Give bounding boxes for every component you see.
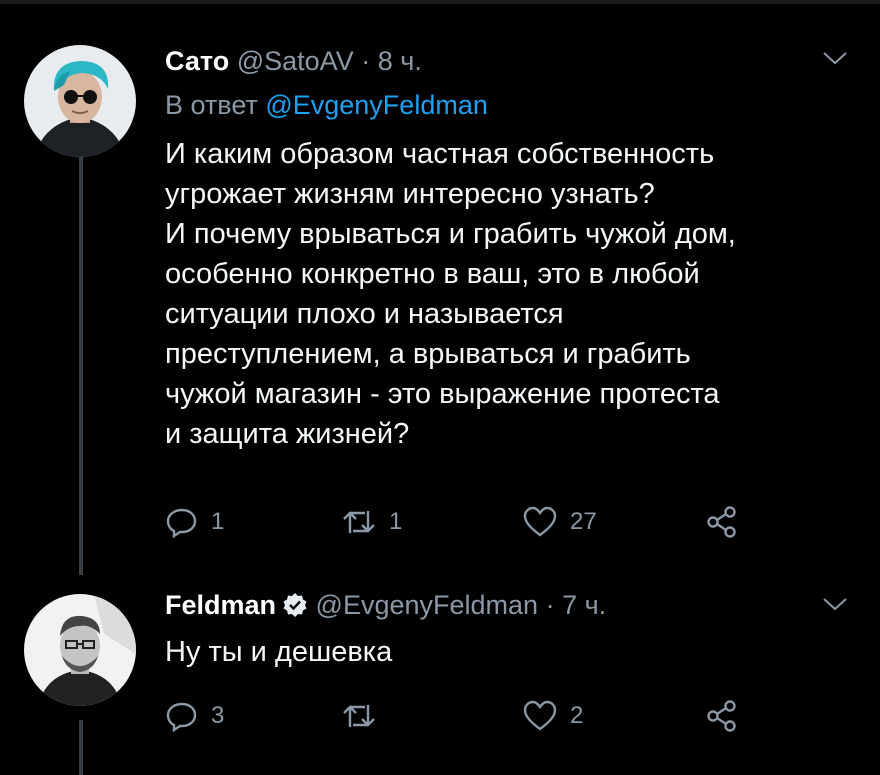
reply-to-line: В ответ @EvgenyFeldman	[165, 90, 488, 121]
tweet-header: Feldman @EvgenyFeldman · 7 ч.	[165, 590, 606, 621]
tweet-text: Ну ты и дешевка	[165, 632, 855, 672]
reply-button[interactable]: 3	[165, 696, 224, 736]
text-line: И почему врываться и грабить чужой дом,	[165, 218, 736, 250]
text-line: преступлением, а врываться и грабить	[165, 338, 691, 370]
retweet-button[interactable]	[341, 696, 389, 736]
author-handle[interactable]: @SatoAV	[237, 46, 354, 76]
separator-dot: ·	[361, 46, 371, 76]
share-icon	[707, 700, 736, 732]
chevron-down-icon[interactable]	[820, 48, 850, 68]
text-line: чужой магазин - это выражение протеста	[165, 378, 720, 410]
retweet-count: 1	[389, 508, 403, 535]
like-button[interactable]: 27	[522, 502, 597, 542]
chevron-down-icon[interactable]	[820, 594, 850, 614]
text-line: Ну ты и дешевка	[165, 636, 393, 668]
reply-count: 1	[211, 508, 225, 535]
action-bar: 3 2	[165, 696, 765, 736]
reply-mention-link[interactable]: @EvgenyFeldman	[265, 90, 488, 120]
share-button[interactable]	[705, 502, 739, 542]
reply-icon	[166, 508, 197, 539]
avatar[interactable]	[24, 594, 136, 706]
text-line: угрожает жизням интересно узнать?	[165, 178, 655, 210]
separator-dot: ·	[545, 590, 555, 620]
like-icon	[523, 700, 557, 731]
text-line: и защита жизней?	[165, 418, 410, 450]
thread-line	[79, 150, 83, 575]
author-name[interactable]: Feldman	[165, 590, 276, 620]
timestamp[interactable]: 8 ч.	[378, 46, 422, 76]
like-count: 27	[570, 508, 597, 535]
reply-prefix: В ответ	[165, 90, 258, 120]
tweet-sato[interactable]: Сато @SatoAV · 8 ч. В ответ @EvgenyFeldm…	[0, 0, 880, 575]
tweet-feldman[interactable]: Feldman @EvgenyFeldman · 7 ч. Ну ты и де…	[0, 570, 880, 775]
like-count: 2	[570, 702, 584, 729]
retweet-icon	[343, 511, 375, 533]
reply-count: 3	[211, 702, 225, 729]
author-name[interactable]: Сато	[165, 46, 229, 76]
reply-icon	[166, 702, 197, 733]
avatar[interactable]	[24, 45, 136, 157]
retweet-button[interactable]: 1	[341, 502, 402, 542]
author-handle[interactable]: @EvgenyFeldman	[316, 590, 539, 620]
text-line: особенно конкретно в ваш, это в любой	[165, 258, 700, 290]
tweet-header: Сато @SatoAV · 8 ч.	[165, 46, 422, 77]
avatar-sato-image	[24, 45, 136, 157]
retweet-icon	[343, 705, 375, 727]
verified-icon	[283, 593, 307, 617]
text-line: ситуации плохо и называется	[165, 298, 564, 330]
like-icon	[523, 506, 557, 537]
thread-line	[79, 720, 83, 775]
text-line: И каким образом частная собственность	[165, 138, 715, 170]
reply-button[interactable]: 1	[165, 502, 224, 542]
like-button[interactable]: 2	[522, 696, 583, 736]
avatar-feldman-image	[24, 594, 136, 706]
timestamp[interactable]: 7 ч.	[562, 590, 606, 620]
tweet-text: И каким образом частная собственность уг…	[165, 134, 855, 454]
share-icon	[707, 506, 736, 538]
share-button[interactable]	[705, 696, 739, 736]
action-bar: 1 1 27	[165, 502, 765, 542]
